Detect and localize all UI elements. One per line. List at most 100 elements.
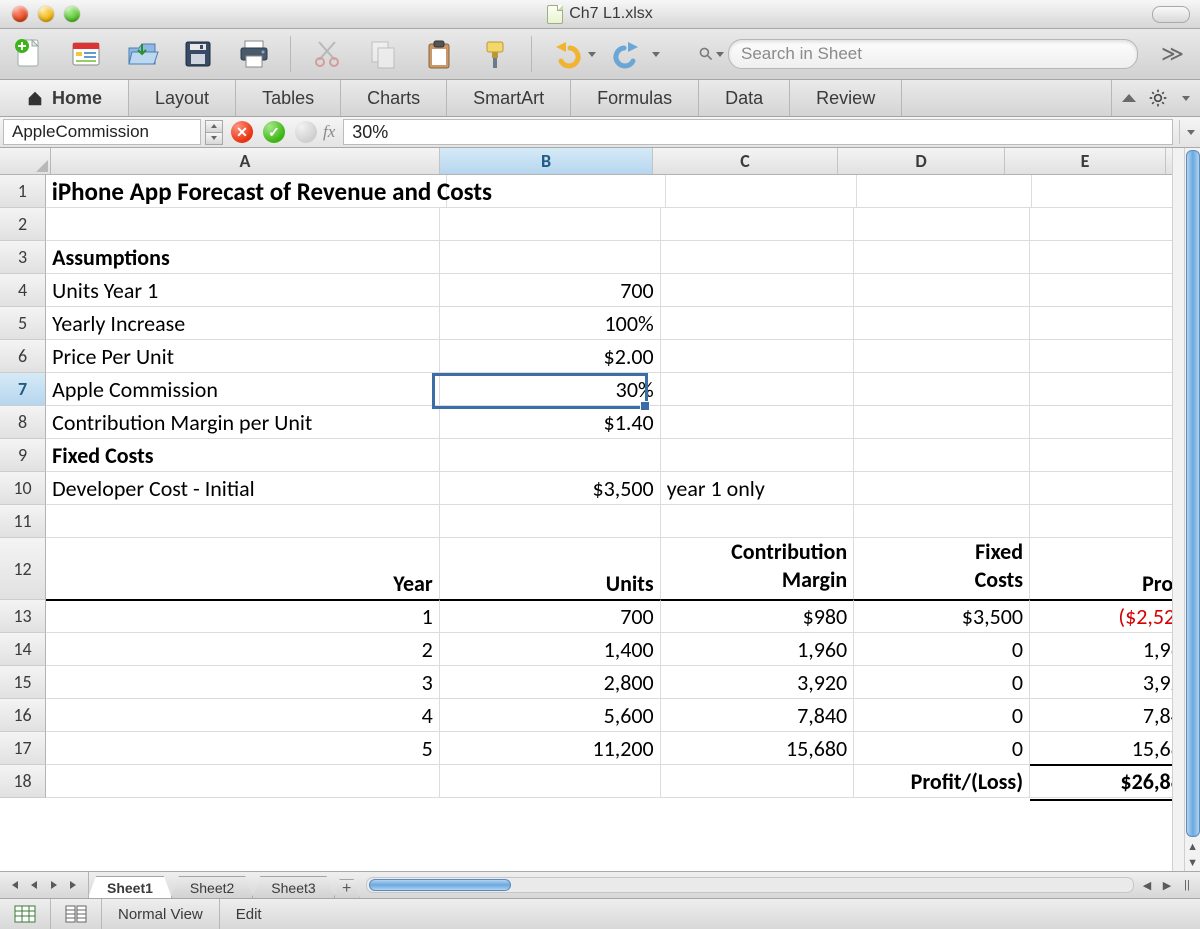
row-header[interactable]: 15	[0, 666, 46, 699]
tab-review[interactable]: Review	[790, 80, 902, 116]
toolbar-overflow-button[interactable]: ≫	[1155, 41, 1190, 67]
sheet-tab-3[interactable]: Sheet3	[252, 876, 334, 898]
cell[interactable]: 15,680	[661, 732, 855, 765]
column-header-D[interactable]: D	[838, 148, 1005, 174]
cell[interactable]	[440, 241, 661, 274]
redo-dropdown-caret[interactable]	[652, 52, 660, 57]
cell[interactable]: 4	[46, 699, 440, 732]
cell[interactable]: 5,600	[440, 699, 661, 732]
tab-tables[interactable]: Tables	[236, 80, 341, 116]
next-sheet-button[interactable]	[48, 879, 60, 891]
cell[interactable]	[440, 505, 661, 538]
minimize-window-button[interactable]	[38, 6, 54, 22]
cell[interactable]: 0	[854, 666, 1030, 699]
cell[interactable]: 2,800	[440, 666, 661, 699]
add-sheet-button[interactable]: +	[334, 879, 360, 898]
horizontal-scroll-thumb[interactable]	[369, 879, 511, 891]
cell[interactable]: 11,200	[440, 732, 661, 765]
row-header[interactable]: 12	[0, 538, 46, 600]
cell[interactable]: 700	[440, 599, 661, 633]
cell[interactable]	[440, 208, 661, 241]
close-window-button[interactable]	[12, 6, 28, 22]
last-sheet-button[interactable]	[68, 879, 80, 891]
cell[interactable]	[661, 274, 855, 307]
formula-input[interactable]: 30%	[343, 119, 1173, 145]
cell[interactable]	[854, 505, 1030, 538]
normal-view-button[interactable]	[0, 899, 51, 929]
cell[interactable]	[661, 307, 855, 340]
tab-layout[interactable]: Layout	[129, 80, 236, 116]
undo-button[interactable]	[548, 39, 596, 69]
cell[interactable]: year 1 only	[661, 472, 855, 505]
row-header[interactable]: 17	[0, 732, 46, 765]
column-header-C[interactable]: C	[653, 148, 838, 174]
search-scope-caret[interactable]	[716, 52, 724, 57]
split-handle[interactable]	[1172, 148, 1184, 871]
cell[interactable]: Units Year 1	[46, 274, 440, 307]
row-header[interactable]: 16	[0, 699, 46, 732]
cell[interactable]: 7,840	[661, 699, 855, 732]
open-template-button[interactable]	[66, 34, 106, 74]
row-header[interactable]: 8	[0, 406, 46, 439]
vertical-scroll-thumb[interactable]	[1186, 150, 1200, 837]
cell[interactable]	[661, 241, 855, 274]
scroll-up-button[interactable]: ▲	[1187, 839, 1198, 855]
ribbon-collapse-button[interactable]	[1122, 94, 1136, 102]
cell[interactable]: $2.00	[440, 340, 661, 373]
cell[interactable]: Contribution Margin per Unit	[46, 406, 440, 439]
scroll-right-button[interactable]: ▶	[1160, 878, 1174, 892]
settings-caret[interactable]	[1182, 96, 1190, 101]
tab-formulas[interactable]: Formulas	[571, 80, 699, 116]
zoom-window-button[interactable]	[64, 6, 80, 22]
select-all-button[interactable]	[0, 148, 51, 174]
tab-home[interactable]: Home	[0, 80, 129, 116]
cell[interactable]	[661, 439, 855, 472]
cell[interactable]: $980	[661, 599, 855, 633]
cell[interactable]: 700	[440, 274, 661, 307]
cell[interactable]: Yearly Increase	[46, 307, 440, 340]
cell[interactable]	[661, 340, 855, 373]
cell[interactable]	[854, 439, 1030, 472]
format-painter-button[interactable]	[475, 34, 515, 74]
cell[interactable]	[46, 505, 440, 538]
cell[interactable]: 30%	[440, 373, 661, 406]
cell[interactable]	[440, 439, 661, 472]
cell[interactable]	[661, 406, 855, 439]
cancel-edit-button[interactable]: ✕	[229, 119, 255, 145]
cell[interactable]	[661, 505, 855, 538]
row-header[interactable]: 6	[0, 340, 46, 373]
cell[interactable]	[854, 406, 1030, 439]
cell[interactable]	[661, 373, 855, 406]
sheet-tab-1[interactable]: Sheet1	[88, 876, 172, 898]
row-header[interactable]: 11	[0, 505, 46, 538]
scroll-left-button[interactable]: ◀	[1140, 878, 1154, 892]
cell[interactable]: 1	[46, 599, 440, 633]
paste-button[interactable]	[419, 34, 459, 74]
row-header[interactable]: 4	[0, 274, 46, 307]
cell[interactable]: ContributionMargin	[661, 538, 855, 600]
cell[interactable]	[854, 472, 1030, 505]
name-box[interactable]: AppleCommission	[3, 119, 201, 145]
print-button[interactable]	[234, 34, 274, 74]
cell[interactable]: 5	[46, 732, 440, 765]
row-header[interactable]: 7	[0, 373, 46, 406]
cell[interactable]: Developer Cost - Initial	[46, 472, 440, 505]
row-header[interactable]: 3	[0, 241, 46, 274]
horizontal-scrollbar[interactable]: ◀ ▶ ||	[360, 872, 1200, 898]
formula-expand-button[interactable]	[1179, 120, 1200, 144]
copy-button[interactable]	[363, 34, 403, 74]
cell[interactable]	[661, 765, 855, 798]
cell[interactable]: 100%	[440, 307, 661, 340]
cell[interactable]	[447, 175, 666, 208]
cell[interactable]	[666, 175, 858, 208]
cell[interactable]	[854, 373, 1030, 406]
hsplit-handle[interactable]: ||	[1180, 878, 1194, 892]
cell[interactable]: $3,500	[854, 599, 1030, 633]
row-header[interactable]: 5	[0, 307, 46, 340]
open-button[interactable]	[122, 34, 162, 74]
horizontal-scroll-track[interactable]	[366, 877, 1134, 893]
cell[interactable]: 3	[46, 666, 440, 699]
cell[interactable]: 1,400	[440, 633, 661, 666]
cell[interactable]	[854, 208, 1030, 241]
cell[interactable]: $1.40	[440, 406, 661, 439]
